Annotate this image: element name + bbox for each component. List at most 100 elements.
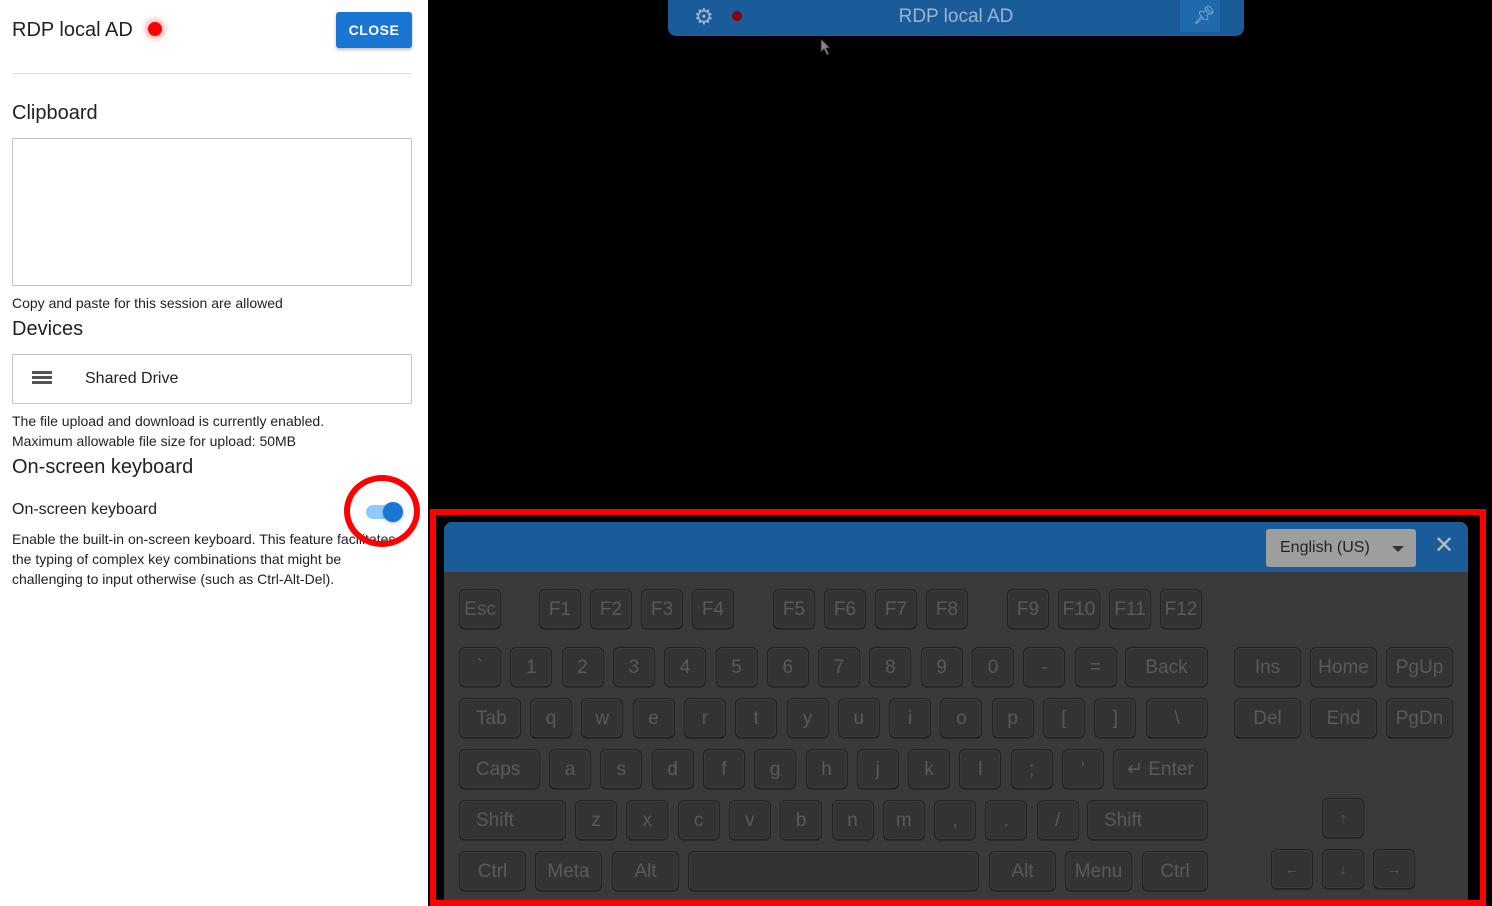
- key-o[interactable]: o: [940, 698, 983, 738]
- key-shift[interactable]: Shift: [459, 800, 566, 840]
- connection-status-dot: [148, 22, 162, 36]
- key-m[interactable]: m: [882, 800, 925, 840]
- key-home[interactable]: Home: [1310, 647, 1377, 687]
- key-8[interactable]: 8: [869, 647, 912, 687]
- key-tab[interactable]: Tab: [459, 698, 521, 738]
- key-3[interactable]: 3: [612, 647, 655, 687]
- close-icon[interactable]: ✕: [1434, 534, 1454, 558]
- key-y[interactable]: y: [786, 698, 829, 738]
- key-g[interactable]: g: [754, 749, 797, 789]
- key-symbol[interactable]: /: [1036, 800, 1079, 840]
- key-w[interactable]: w: [581, 698, 624, 738]
- devices-note-2: Maximum allowable file size for upload: …: [12, 433, 297, 449]
- key-symbol[interactable]: =: [1074, 647, 1117, 687]
- key-f8[interactable]: F8: [926, 589, 968, 629]
- key-s[interactable]: s: [600, 749, 643, 789]
- key-symbol[interactable]: ←: [1271, 849, 1313, 889]
- key-b[interactable]: b: [780, 800, 823, 840]
- key-symbol[interactable]: ,: [934, 800, 977, 840]
- key-f6[interactable]: F6: [824, 589, 866, 629]
- key-symbol[interactable]: `: [459, 647, 501, 687]
- key-e[interactable]: e: [632, 698, 675, 738]
- key-pgup[interactable]: PgUp: [1386, 647, 1453, 687]
- key-meta[interactable]: Meta: [535, 851, 602, 891]
- clipboard-heading: Clipboard: [12, 102, 98, 124]
- key-f2[interactable]: F2: [590, 589, 632, 629]
- key-symbol[interactable]: ↓: [1322, 849, 1364, 889]
- key-symbol[interactable]: -: [1023, 647, 1066, 687]
- key-v[interactable]: v: [728, 800, 771, 840]
- key-j[interactable]: j: [856, 749, 899, 789]
- osk-toggle-switch[interactable]: [366, 502, 403, 522]
- key-f3[interactable]: F3: [641, 589, 683, 629]
- key-l[interactable]: l: [959, 749, 1002, 789]
- key-4[interactable]: 4: [664, 647, 707, 687]
- key-symbol[interactable]: ]: [1094, 698, 1137, 738]
- key-p[interactable]: p: [991, 698, 1034, 738]
- key-n[interactable]: n: [831, 800, 874, 840]
- key-f5[interactable]: F5: [773, 589, 815, 629]
- key-f4[interactable]: F4: [692, 589, 734, 629]
- key-9[interactable]: 9: [920, 647, 963, 687]
- key-7[interactable]: 7: [818, 647, 861, 687]
- close-button[interactable]: CLOSE: [336, 12, 412, 48]
- key-q[interactable]: q: [530, 698, 572, 738]
- key-shift[interactable]: Shift: [1087, 800, 1208, 840]
- key-u[interactable]: u: [837, 698, 880, 738]
- key-space[interactable]: [688, 851, 979, 891]
- key-6[interactable]: 6: [766, 647, 809, 687]
- key-a[interactable]: a: [549, 749, 591, 789]
- pin-button[interactable]: 📌︎: [1180, 0, 1220, 32]
- drive-icon: [32, 371, 52, 388]
- key-k[interactable]: k: [908, 749, 951, 789]
- key-5[interactable]: 5: [715, 647, 758, 687]
- key-f9[interactable]: F9: [1007, 589, 1049, 629]
- key-symbol[interactable]: .: [985, 800, 1028, 840]
- key-end[interactable]: End: [1310, 698, 1377, 738]
- session-toolbar: ⚙ RDP local AD 📌︎: [668, 0, 1244, 36]
- key-ctrl[interactable]: Ctrl: [459, 851, 526, 891]
- key-back[interactable]: Back: [1125, 647, 1208, 687]
- shared-drive-item[interactable]: Shared Drive: [12, 354, 412, 404]
- key-symbol[interactable]: \: [1146, 698, 1208, 738]
- key-esc[interactable]: Esc: [459, 589, 501, 629]
- language-select[interactable]: English (US): [1266, 529, 1416, 567]
- key-caps[interactable]: Caps: [459, 749, 540, 789]
- key-ins[interactable]: Ins: [1234, 647, 1301, 687]
- key-0[interactable]: 0: [972, 647, 1014, 687]
- key-menu[interactable]: Menu: [1065, 851, 1132, 891]
- key-f[interactable]: f: [702, 749, 745, 789]
- key-alt[interactable]: Alt: [989, 851, 1056, 891]
- key-symbol[interactable]: ': [1062, 749, 1104, 789]
- key-f10[interactable]: F10: [1058, 589, 1100, 629]
- key-c[interactable]: c: [677, 800, 720, 840]
- key-symbol[interactable]: ;: [1010, 749, 1053, 789]
- key-f1[interactable]: F1: [539, 589, 581, 629]
- key-i[interactable]: i: [889, 698, 932, 738]
- key-f7[interactable]: F7: [875, 589, 917, 629]
- key-alt[interactable]: Alt: [612, 851, 679, 891]
- key-ctrl[interactable]: Ctrl: [1142, 851, 1208, 891]
- key-enter[interactable]: ↵ Enter: [1113, 749, 1208, 789]
- key-f11[interactable]: F11: [1109, 589, 1151, 629]
- devices-note-1: The file upload and download is currentl…: [12, 413, 325, 429]
- mouse-cursor-icon: [820, 38, 831, 56]
- key-x[interactable]: x: [626, 800, 669, 840]
- session-toolbar-title[interactable]: RDP local AD: [668, 6, 1244, 28]
- key-symbol[interactable]: [: [1043, 698, 1085, 738]
- key-f12[interactable]: F12: [1160, 589, 1202, 629]
- key-pgdn[interactable]: PgDn: [1386, 698, 1453, 738]
- key-2[interactable]: 2: [561, 647, 604, 687]
- key-symbol[interactable]: ↑: [1322, 798, 1364, 838]
- toggle-thumb: [383, 502, 403, 522]
- key-d[interactable]: d: [651, 749, 694, 789]
- sidebar-header: RDP local AD CLOSE: [12, 12, 412, 74]
- key-h[interactable]: h: [805, 749, 848, 789]
- clipboard-textarea[interactable]: [12, 138, 412, 286]
- key-symbol[interactable]: →: [1373, 849, 1415, 889]
- key-r[interactable]: r: [683, 698, 726, 738]
- key-del[interactable]: Del: [1234, 698, 1301, 738]
- key-1[interactable]: 1: [510, 647, 553, 687]
- key-t[interactable]: t: [735, 698, 778, 738]
- key-z[interactable]: z: [575, 800, 617, 840]
